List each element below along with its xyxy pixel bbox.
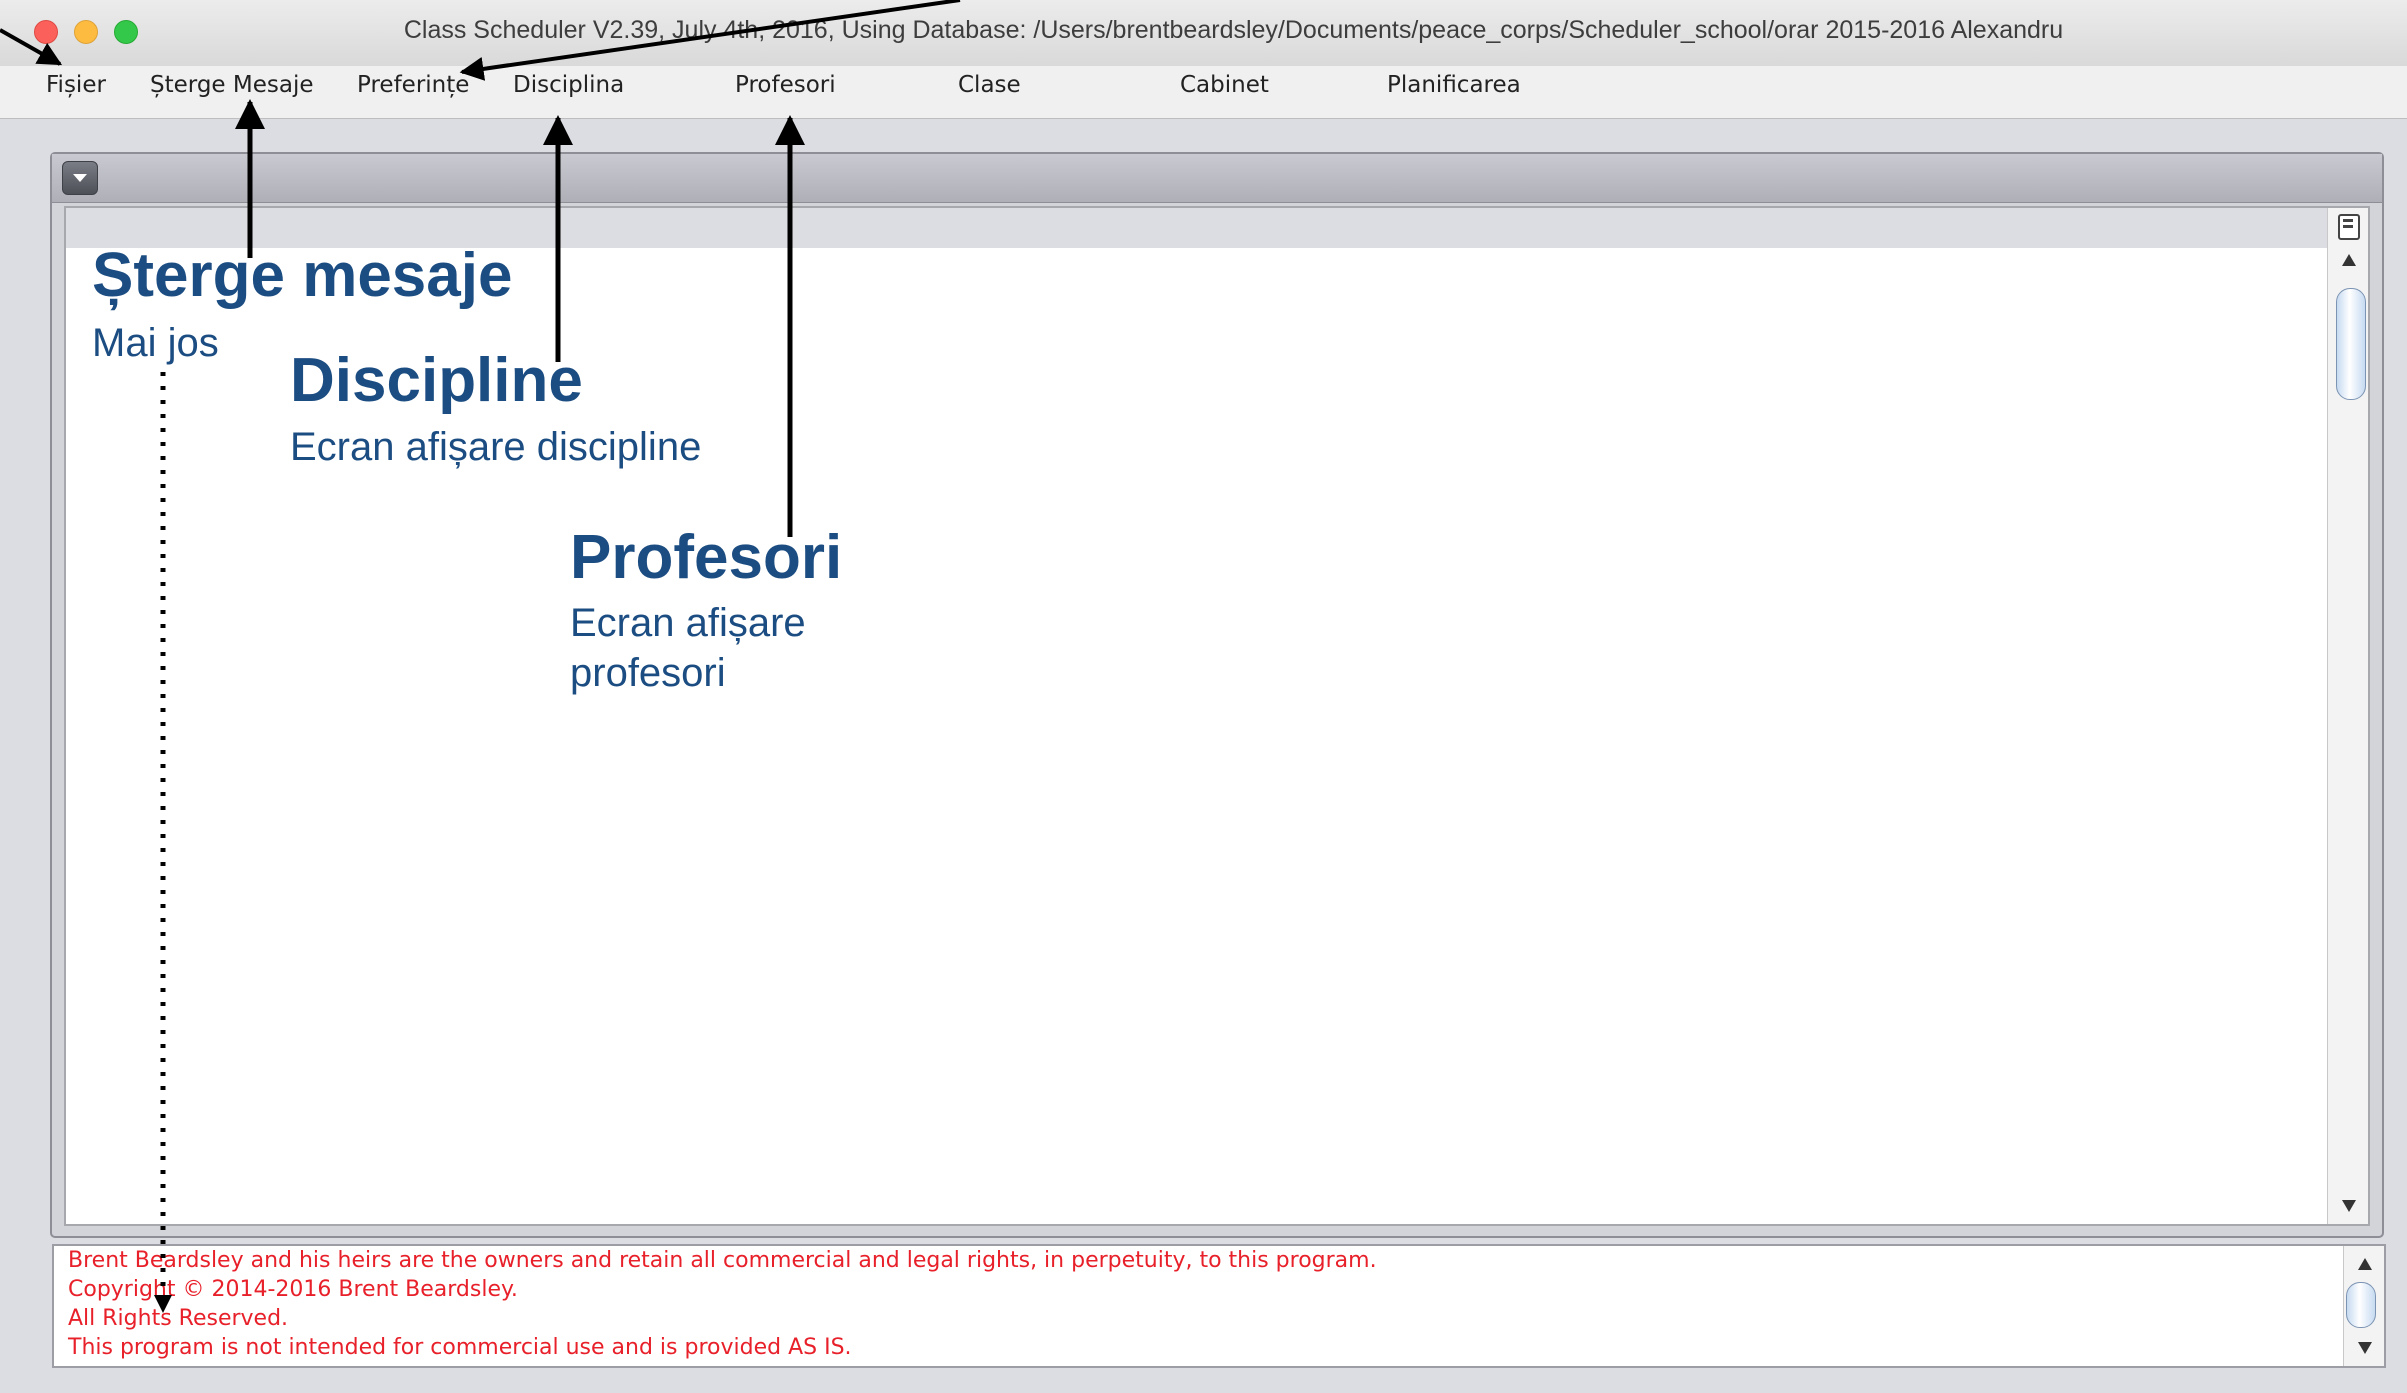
app-window: Class Scheduler V2.39, July 4th, 2016, U… [0, 0, 2407, 1393]
annotation-sterge-subtitle: Mai jos [92, 321, 219, 365]
menu-clase[interactable]: Clase [958, 72, 1021, 98]
menu-planificarea[interactable]: Planificarea [1387, 72, 1521, 98]
menu-sterge-mesaje[interactable]: Șterge Mesaje [150, 72, 314, 98]
scroll-up-arrow-icon[interactable] [2342, 254, 2356, 266]
menu-bar: Fișier Șterge Mesaje Preferințe Discipli… [0, 66, 2407, 119]
footer-line: All Rights Reserved. [68, 1306, 289, 1331]
scroll-down-arrow-icon[interactable] [2342, 1200, 2356, 1212]
annotation-discipline-title: Discipline [290, 346, 583, 415]
collapse-panel-button[interactable] [62, 161, 98, 195]
annotation-profesori-subtitle-line1: Ecran afișare [570, 601, 806, 645]
message-vertical-scrollbar[interactable] [2343, 1246, 2384, 1366]
scroll-thumb[interactable] [2336, 288, 2366, 400]
menu-cabinet[interactable]: Cabinet [1180, 72, 1269, 98]
message-area[interactable]: Brent Beardsley and his heirs are the ow… [52, 1244, 2386, 1368]
message-scroll-thumb[interactable] [2346, 1282, 2376, 1328]
panel-header [52, 154, 2382, 203]
annotation-profesori-subtitle-line2: profesori [570, 651, 726, 695]
annotation-profesori-title: Profesori [570, 523, 843, 592]
menu-profesori[interactable]: Profesori [735, 72, 836, 98]
menu-disciplina[interactable]: Disciplina [513, 72, 624, 98]
footer-line: This program is not intended for commerc… [68, 1335, 852, 1360]
message-scroll-down-arrow-icon[interactable] [2358, 1342, 2372, 1354]
footer-line: Copyright © 2014-2016 Brent Beardsley. [68, 1277, 518, 1302]
message-scroll-up-arrow-icon[interactable] [2358, 1258, 2372, 1270]
menu-fisier[interactable]: Fișier [46, 72, 106, 98]
content-vertical-scrollbar[interactable] [2327, 208, 2368, 1224]
annotation-sterge-title: Șterge mesaje [92, 241, 513, 310]
scroll-corner-icon[interactable] [2338, 214, 2360, 240]
main-panel [50, 152, 2384, 1238]
window-title: Class Scheduler V2.39, July 4th, 2016, U… [403, 16, 2064, 44]
menu-preferinte[interactable]: Preferințe [357, 72, 469, 98]
title-bar[interactable]: Class Scheduler V2.39, July 4th, 2016, U… [0, 0, 2407, 67]
annotation-discipline-subtitle: Ecran afișare discipline [290, 425, 702, 469]
footer-line: Brent Beardsley and his heirs are the ow… [68, 1248, 1377, 1273]
